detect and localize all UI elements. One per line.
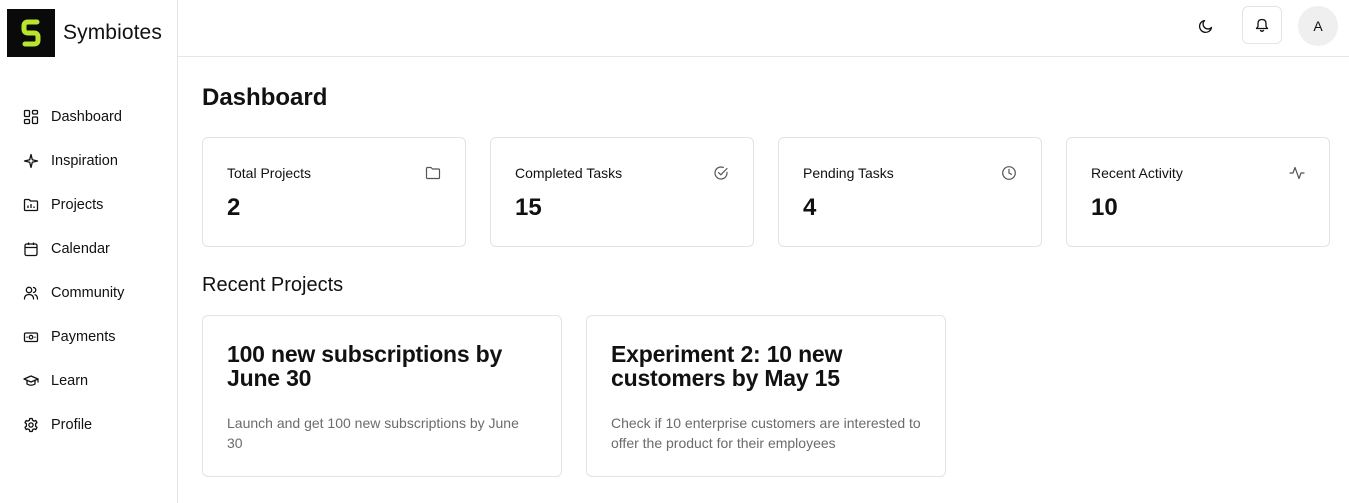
stat-label: Completed Tasks bbox=[515, 165, 623, 181]
bell-icon bbox=[1255, 18, 1269, 32]
sidebar: Symbiotes Dashboard Inspiration Projects bbox=[0, 0, 178, 503]
stat-value: 4 bbox=[803, 194, 817, 221]
gear-icon bbox=[24, 417, 38, 433]
sidebar-item-label: Profile bbox=[51, 417, 93, 433]
stat-card-total-projects: Total Projects 2 bbox=[202, 137, 466, 247]
stat-card-recent-activity: Recent Activity 10 bbox=[1066, 137, 1330, 247]
project-card[interactable]: 100 new subscriptions by June 30 Launch … bbox=[202, 315, 562, 477]
project-title: Experiment 2: 10 new customers by May 15 bbox=[611, 341, 843, 391]
graduation-cap-icon bbox=[23, 375, 39, 386]
brand-logo bbox=[7, 9, 55, 57]
stat-value: 2 bbox=[227, 194, 241, 221]
stat-card-pending-tasks: Pending Tasks 4 bbox=[778, 137, 1042, 247]
brand-name: Symbiotes bbox=[63, 21, 162, 44]
sidebar-item-projects[interactable]: Projects bbox=[0, 183, 177, 227]
calendar-icon bbox=[24, 242, 38, 257]
recent-projects-heading: Recent Projects bbox=[202, 274, 344, 296]
sidebar-item-label: Inspiration bbox=[51, 153, 118, 169]
banknote-icon bbox=[23, 332, 39, 343]
project-description: Launch and get 100 new subscriptions by … bbox=[227, 415, 519, 451]
users-icon bbox=[23, 286, 39, 300]
sidebar-item-dashboard[interactable]: Dashboard bbox=[0, 95, 177, 139]
avatar[interactable]: A bbox=[1298, 6, 1338, 46]
sidebar-item-community[interactable]: Community bbox=[0, 271, 177, 315]
sidebar-item-label: Community bbox=[51, 285, 125, 301]
sidebar-item-payments[interactable]: Payments bbox=[0, 315, 177, 359]
sparkle-icon bbox=[23, 153, 39, 169]
top-bar: A bbox=[178, 0, 1349, 57]
sidebar-item-label: Projects bbox=[51, 197, 104, 213]
stat-label: Recent Activity bbox=[1091, 165, 1183, 181]
sidebar-item-label: Learn bbox=[51, 373, 89, 389]
avatar-initial: A bbox=[1313, 18, 1323, 34]
sidebar-item-label: Calendar bbox=[51, 241, 110, 257]
sidebar-item-learn[interactable]: Learn bbox=[0, 359, 177, 403]
dashboard-icon bbox=[23, 109, 39, 125]
sidebar-item-calendar[interactable]: Calendar bbox=[0, 227, 177, 271]
project-title: 100 new subscriptions by June 30 bbox=[227, 341, 503, 391]
project-description: Check if 10 enterprise customers are int… bbox=[611, 415, 921, 451]
folder-icon bbox=[425, 166, 441, 180]
theme-toggle-button[interactable] bbox=[1186, 6, 1226, 46]
project-card[interactable]: Experiment 2: 10 new customers by May 15… bbox=[586, 315, 946, 477]
stat-value: 10 bbox=[1091, 194, 1118, 221]
stat-card-completed-tasks: Completed Tasks 15 bbox=[490, 137, 754, 247]
sidebar-item-label: Dashboard bbox=[51, 109, 122, 125]
stat-label: Total Projects bbox=[227, 165, 312, 181]
sidebar-nav: Dashboard Inspiration Projects Calendar bbox=[0, 95, 177, 447]
check-circle-icon bbox=[714, 166, 728, 180]
folder-chart-icon bbox=[23, 198, 39, 212]
sidebar-item-label: Payments bbox=[51, 329, 116, 345]
logo-s-icon bbox=[21, 19, 41, 47]
activity-icon bbox=[1289, 166, 1305, 180]
moon-icon bbox=[1198, 19, 1213, 34]
sidebar-item-inspiration[interactable]: Inspiration bbox=[0, 139, 177, 183]
brand[interactable]: Symbiotes bbox=[7, 9, 162, 57]
stat-label: Pending Tasks bbox=[803, 165, 894, 181]
notifications-button[interactable] bbox=[1242, 6, 1282, 44]
page-title: Dashboard bbox=[202, 84, 328, 111]
sidebar-item-profile[interactable]: Profile bbox=[0, 403, 177, 447]
stat-value: 15 bbox=[515, 194, 542, 221]
clock-icon bbox=[1002, 166, 1016, 180]
